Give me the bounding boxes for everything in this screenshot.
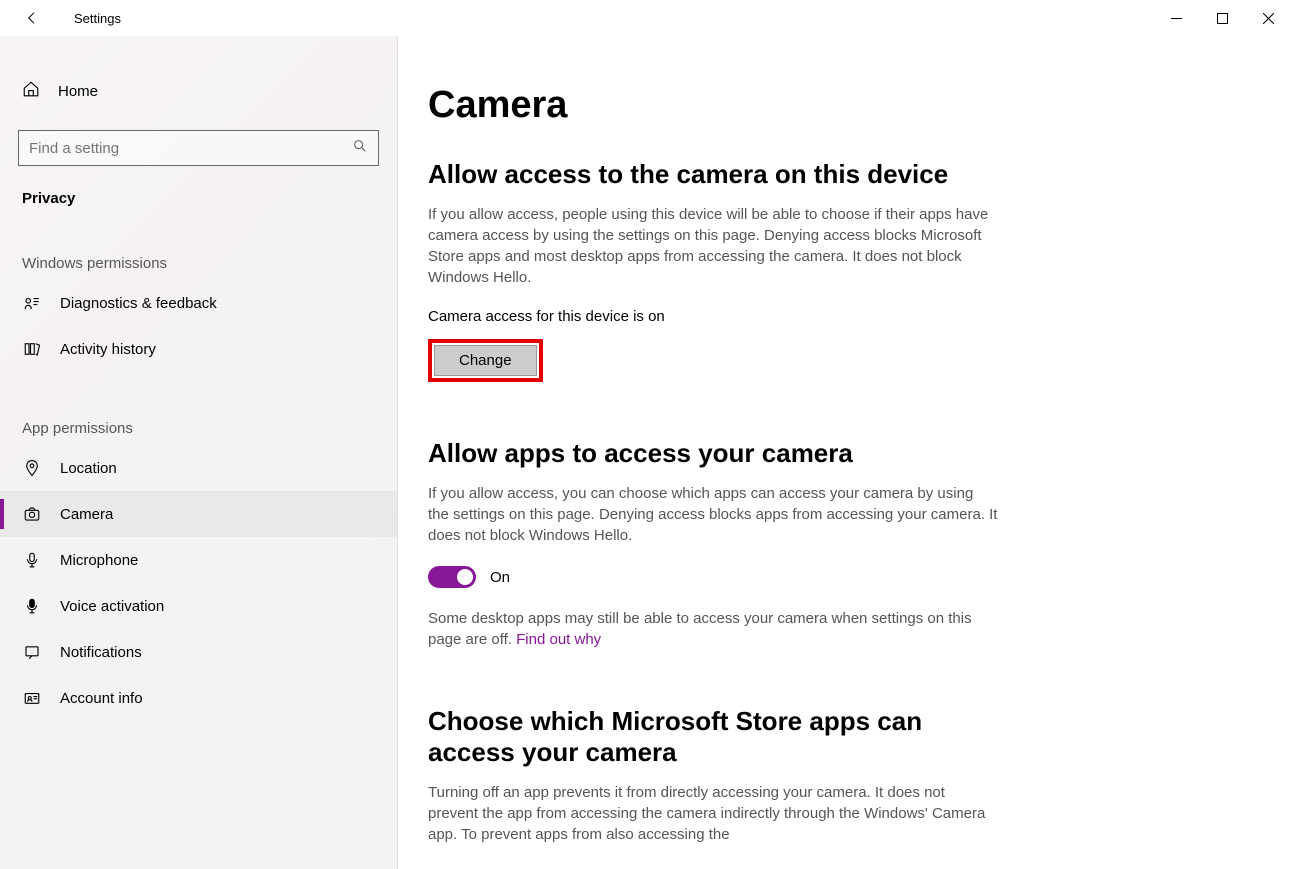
window-controls bbox=[1153, 2, 1291, 34]
section-heading-app-access: Allow apps to access your camera bbox=[428, 438, 998, 469]
change-button-highlight: Change bbox=[428, 339, 543, 382]
category-label: Privacy bbox=[0, 166, 397, 207]
window-title: Settings bbox=[74, 11, 121, 26]
close-button[interactable] bbox=[1245, 2, 1291, 34]
section-windows-permissions: Windows permissions bbox=[0, 207, 397, 280]
sidebar-item-label: Camera bbox=[60, 506, 113, 523]
sidebar: Home Privacy Windows permissions Diagnos… bbox=[0, 36, 398, 869]
minimize-button[interactable] bbox=[1153, 2, 1199, 34]
sidebar-item-label: Location bbox=[60, 460, 117, 477]
toggle-label: On bbox=[490, 569, 510, 586]
sidebar-item-label: Diagnostics & feedback bbox=[60, 295, 217, 312]
home-icon bbox=[22, 80, 40, 102]
camera-icon bbox=[22, 505, 42, 523]
sidebar-item-diagnostics[interactable]: Diagnostics & feedback bbox=[0, 280, 397, 326]
account-info-icon bbox=[22, 689, 42, 707]
sidebar-item-voice-activation[interactable]: Voice activation bbox=[0, 583, 397, 629]
location-icon bbox=[22, 459, 42, 477]
back-button[interactable] bbox=[20, 10, 44, 26]
page-title: Camera bbox=[428, 84, 1251, 127]
section-app-permissions: App permissions bbox=[0, 372, 397, 445]
sidebar-item-label: Notifications bbox=[60, 644, 142, 661]
camera-access-status: Camera access for this device is on bbox=[428, 308, 998, 325]
change-button[interactable]: Change bbox=[434, 345, 537, 376]
desktop-apps-note: Some desktop apps may still be able to a… bbox=[428, 608, 998, 650]
voice-activation-icon bbox=[22, 597, 42, 615]
section-desc: Turning off an app prevents it from dire… bbox=[428, 782, 998, 845]
sidebar-item-microphone[interactable]: Microphone bbox=[0, 537, 397, 583]
search-input[interactable] bbox=[29, 140, 352, 157]
maximize-button[interactable] bbox=[1199, 2, 1245, 34]
sidebar-item-activity-history[interactable]: Activity history bbox=[0, 326, 397, 372]
section-desc: If you allow access, you can choose whic… bbox=[428, 483, 998, 546]
camera-apps-toggle[interactable] bbox=[428, 566, 476, 588]
search-icon bbox=[352, 138, 368, 158]
find-out-why-link[interactable]: Find out why bbox=[516, 631, 601, 648]
search-box[interactable] bbox=[18, 130, 379, 166]
notifications-icon bbox=[22, 643, 42, 661]
activity-history-icon bbox=[22, 340, 42, 358]
sidebar-item-label: Account info bbox=[60, 690, 143, 707]
sidebar-item-notifications[interactable]: Notifications bbox=[0, 629, 397, 675]
home-label: Home bbox=[58, 83, 98, 100]
sidebar-item-location[interactable]: Location bbox=[0, 445, 397, 491]
sidebar-item-account-info[interactable]: Account info bbox=[0, 675, 397, 721]
sidebar-item-label: Activity history bbox=[60, 341, 156, 358]
titlebar: Settings bbox=[0, 0, 1291, 36]
main-content: Camera Allow access to the camera on thi… bbox=[398, 36, 1291, 869]
sidebar-item-label: Microphone bbox=[60, 552, 138, 569]
home-nav[interactable]: Home bbox=[0, 68, 397, 114]
feedback-icon bbox=[22, 294, 42, 312]
section-heading-device-access: Allow access to the camera on this devic… bbox=[428, 159, 998, 190]
sidebar-item-camera[interactable]: Camera bbox=[0, 491, 397, 537]
section-heading-store-apps: Choose which Microsoft Store apps can ac… bbox=[428, 706, 998, 768]
section-desc: If you allow access, people using this d… bbox=[428, 204, 998, 288]
microphone-icon bbox=[22, 551, 42, 569]
sidebar-item-label: Voice activation bbox=[60, 598, 164, 615]
